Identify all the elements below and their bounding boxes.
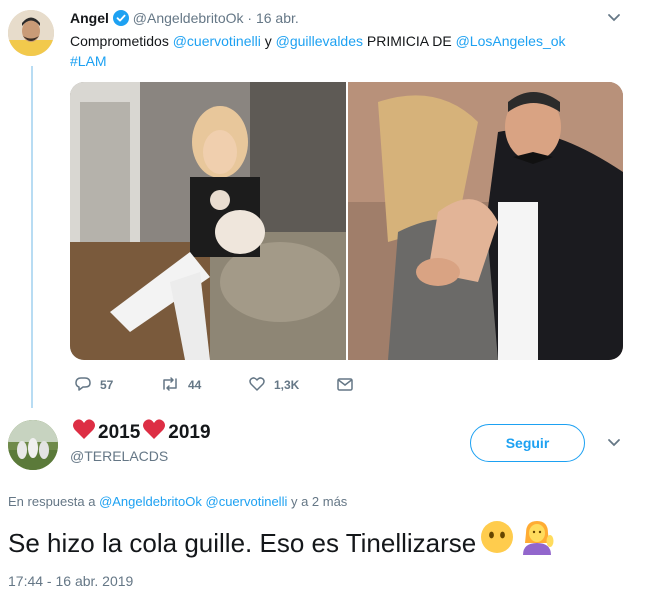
mention-link[interactable]: @guillevaldes <box>276 33 363 49</box>
tweet-text-part: Comprometidos <box>70 33 173 49</box>
display-name[interactable]: 2015 2019 <box>70 418 211 448</box>
retweet-icon <box>160 375 180 396</box>
mention-link[interactable]: @cuervotinelli <box>173 33 261 49</box>
reply-context: En respuesta a @AngeldebritoOk @cuervoti… <box>8 494 347 509</box>
hashtag-link[interactable]: #LAM <box>70 53 107 69</box>
tweet-text-part: PRIMICIA DE <box>363 33 456 49</box>
display-name[interactable]: Angel <box>70 10 109 26</box>
no-mouth-face-icon <box>480 520 514 565</box>
avatar[interactable] <box>8 420 58 470</box>
red-heart-icon <box>72 418 96 448</box>
like-button[interactable]: 1,3K <box>248 375 299 396</box>
tweet-text-part: y <box>260 33 276 49</box>
display-name-year: 2019 <box>168 422 211 443</box>
tweet-text: Se hizo la cola guille. Eso es Tinelliza… <box>8 519 556 566</box>
reply-button[interactable]: 57 <box>74 375 113 396</box>
retweet-count: 44 <box>188 378 202 392</box>
reply-icon <box>74 375 92 396</box>
verified-badge-icon <box>112 10 129 30</box>
mention-link[interactable]: @cuervotinelli <box>206 494 288 509</box>
original-tweet[interactable]: Angel @AngeldebritoOk · 16 abr. Comprome… <box>0 0 652 408</box>
tweet-header: Angel @AngeldebritoOk · 16 abr. <box>70 9 299 30</box>
separator-dot: · <box>247 10 253 26</box>
media-gallery[interactable] <box>70 82 623 360</box>
reply-count: 57 <box>100 378 114 392</box>
message-icon <box>336 375 354 396</box>
display-name-year: 2015 <box>98 422 141 443</box>
tweet-timestamp[interactable]: 17:44 - 16 abr. 2019 <box>8 573 133 589</box>
user-handle[interactable]: @TERELACDS <box>70 448 168 464</box>
reply-context-prefix: En respuesta a <box>8 494 100 509</box>
mention-link[interactable]: @AngeldebritoOk <box>99 494 202 509</box>
chevron-down-icon[interactable] <box>605 434 623 452</box>
person-tipping-hand-icon <box>518 519 556 566</box>
direct-message-button[interactable] <box>336 375 354 396</box>
photo-left[interactable] <box>70 82 346 360</box>
like-count: 1,3K <box>274 378 300 392</box>
photo-right[interactable] <box>347 82 624 360</box>
tweet-date[interactable]: 16 abr. <box>256 10 299 26</box>
heart-icon <box>248 375 266 396</box>
follow-button[interactable]: Seguir <box>470 424 585 462</box>
chevron-down-icon[interactable] <box>605 9 623 27</box>
reply-context-suffix[interactable]: y a 2 más <box>287 494 347 509</box>
tweet-text: Comprometidos @cuervotinelli y @guilleva… <box>70 31 630 71</box>
tweet-text-body: Se hizo la cola guille. Eso es Tinelliza… <box>8 527 477 558</box>
user-handle[interactable]: @AngeldebritoOk <box>133 10 244 26</box>
avatar[interactable] <box>8 10 54 56</box>
reply-tweet[interactable]: 2015 2019 @TERELACDS Seguir En respuesta… <box>0 408 652 605</box>
mention-link[interactable]: @LosAngeles_ok <box>456 33 566 49</box>
retweet-button[interactable]: 44 <box>160 375 201 396</box>
red-heart-icon <box>142 418 166 448</box>
